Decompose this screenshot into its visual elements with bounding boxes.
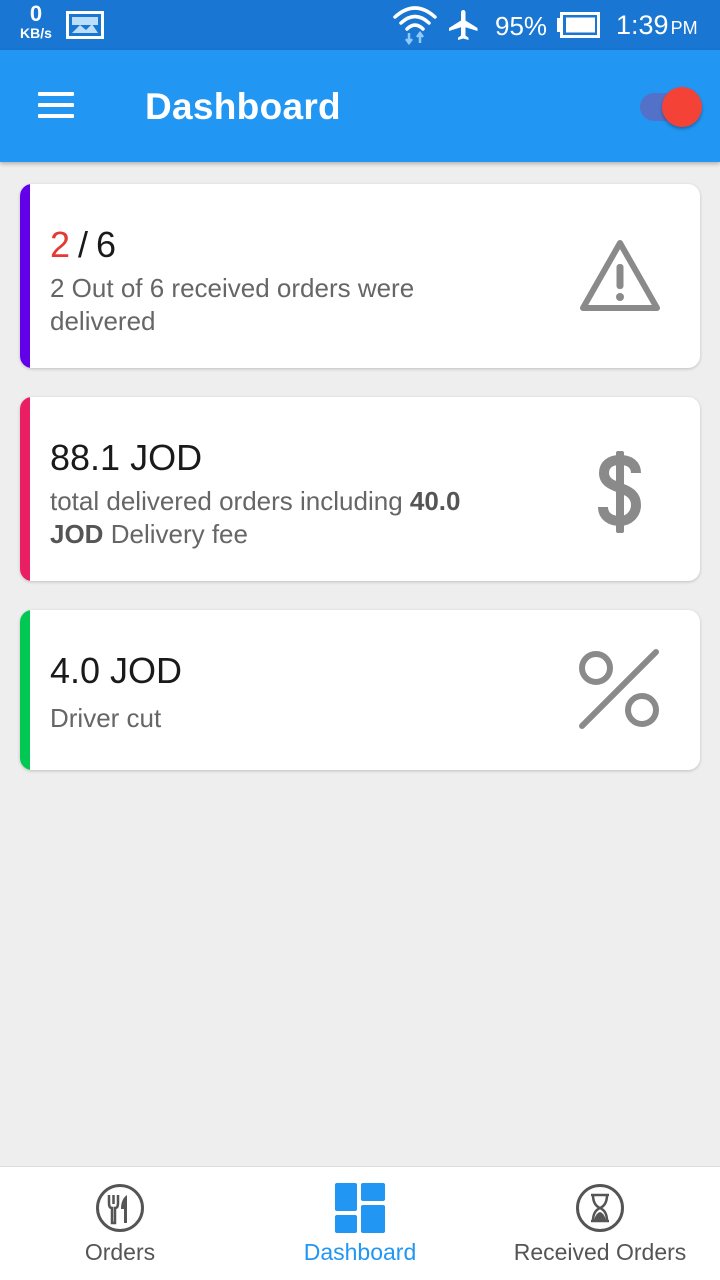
total-delivered-description: total delivered orders including 40.0 JO… — [50, 485, 520, 551]
percent-icon — [579, 649, 659, 729]
nav-item-dashboard[interactable]: Dashboard — [240, 1167, 480, 1280]
status-bar: 0 KB/s 95% 1:39 PM — [0, 0, 720, 50]
page-title: Dashboard — [145, 86, 341, 127]
restaurant-icon — [96, 1184, 144, 1232]
nav-item-orders[interactable]: Orders — [0, 1167, 240, 1280]
image-notification-icon — [66, 11, 104, 39]
menu-button[interactable] — [26, 84, 86, 128]
battery-percent: 95% — [495, 11, 548, 41]
battery-icon — [557, 12, 600, 38]
wifi-icon — [393, 6, 437, 45]
card-accent — [20, 610, 30, 770]
menu-icon-line-middle — [38, 103, 74, 107]
hourglass-icon — [576, 1184, 624, 1232]
driver-cut-card: 4.0 JOD Driver cut — [20, 610, 700, 770]
total-delivered-card: 88.1 JOD total delivered orders includin… — [20, 397, 700, 581]
delivered-count: 2/6 — [50, 224, 116, 266]
dollar-icon — [598, 451, 642, 533]
count-separator: / — [78, 224, 89, 265]
card-accent — [20, 184, 30, 368]
airplane-mode-icon — [449, 10, 478, 40]
warning-icon — [580, 240, 660, 311]
app-bar: Dashboard — [0, 50, 720, 162]
nav-item-received-orders[interactable]: Received Orders — [480, 1167, 720, 1280]
clock-ampm: PM — [670, 18, 698, 38]
bottom-navigation: Orders Dashboard Received Orders — [0, 1166, 720, 1280]
delivered-orders-card: 2/6 2 Out of 6 received orders were deli… — [20, 184, 700, 368]
toggle-thumb — [662, 87, 702, 127]
nav-label-dashboard: Dashboard — [303, 1239, 417, 1265]
nav-label-received-orders: Received Orders — [513, 1239, 687, 1265]
network-speed-value: 0 — [29, 1, 43, 26]
total-value: 6 — [96, 224, 117, 265]
driver-cut-value: 4.0 JOD — [50, 650, 183, 691]
clock: 1:39 PM — [616, 10, 698, 41]
network-speed: 0 KB/s — [14, 1, 58, 41]
desc-suffix: Delivery fee — [110, 519, 248, 549]
desc-prefix: total delivered orders including — [50, 486, 403, 516]
dashboard-icon — [335, 1183, 385, 1233]
menu-icon-line-bottom — [38, 114, 74, 118]
delivered-value: 2 — [50, 224, 71, 265]
driver-cut-label: Driver cut — [50, 703, 162, 733]
nav-label-orders: Orders — [84, 1239, 156, 1265]
availability-toggle[interactable] — [638, 86, 706, 128]
menu-icon-line-top — [38, 92, 74, 96]
delivered-description: 2 Out of 6 received orders were delivere… — [50, 273, 415, 336]
total-delivered-value: 88.1 JOD — [50, 437, 203, 478]
card-accent — [20, 397, 30, 581]
network-speed-unit: KB/s — [20, 25, 52, 41]
clock-time: 1:39 — [616, 10, 669, 40]
